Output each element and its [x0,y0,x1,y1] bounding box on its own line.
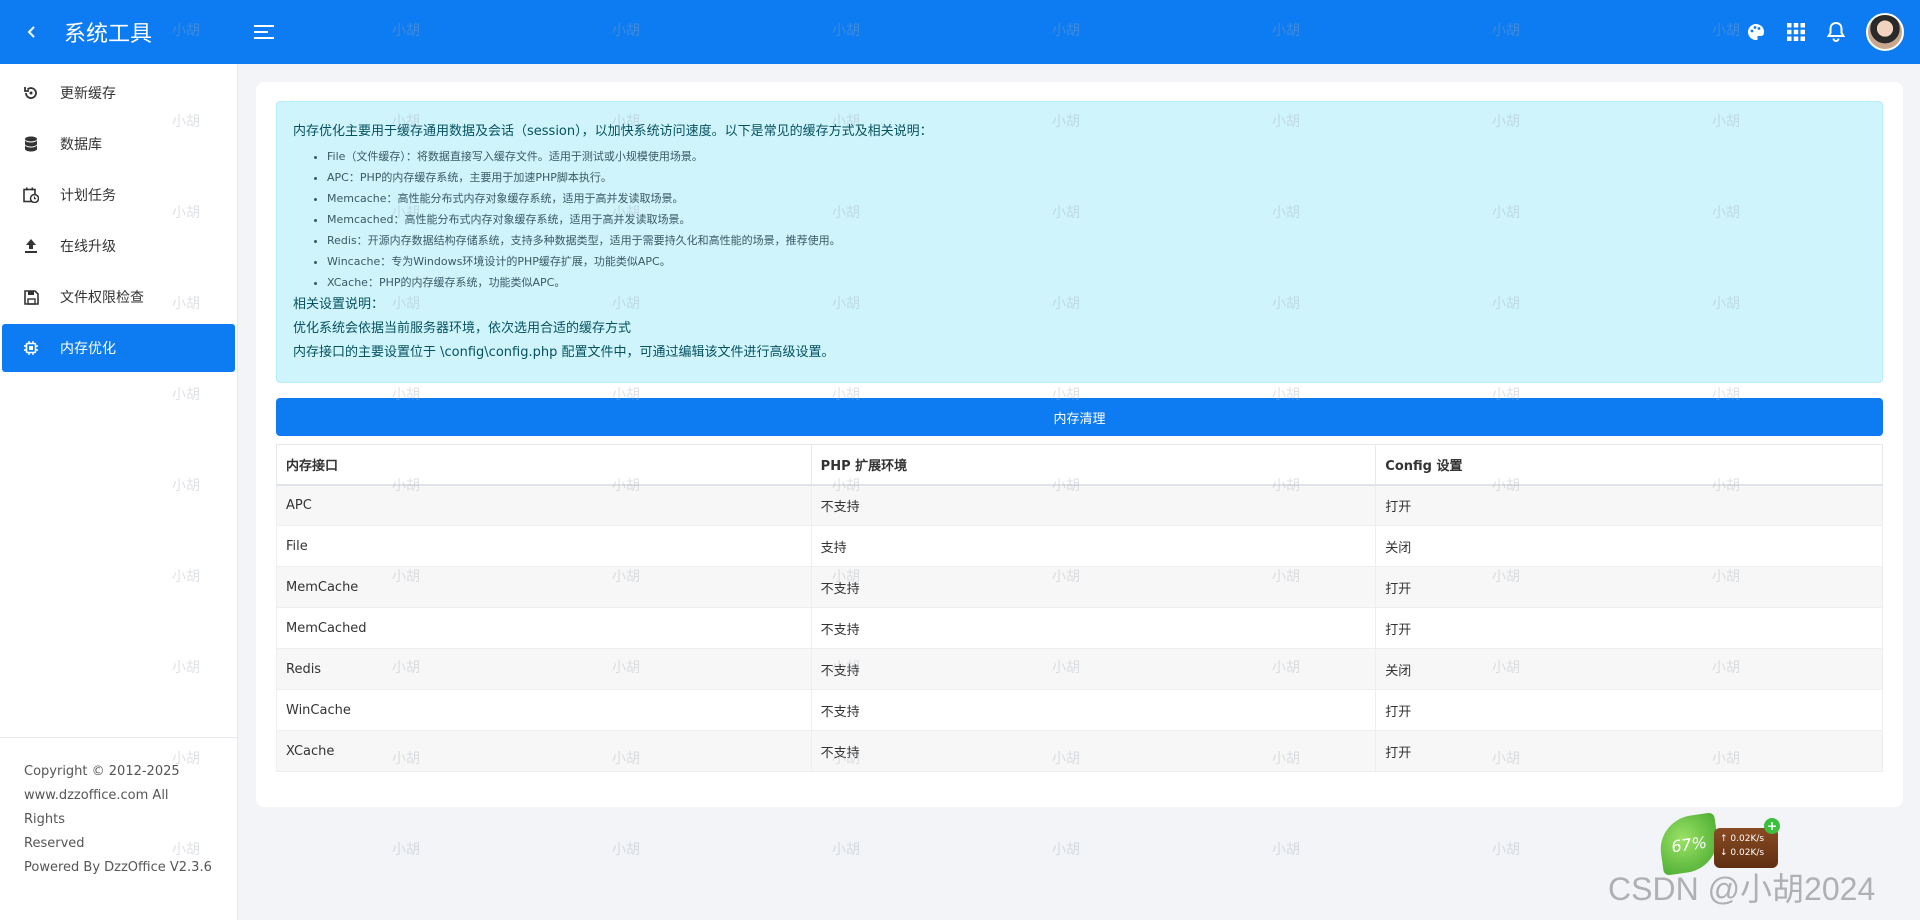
sidebar-item-label: 在线升级 [60,239,116,255]
speed-stats: ↑ 0.02K/s ↓ 0.02K/s [1714,828,1778,868]
php-status: 不支持 [810,607,1377,649]
cache-name: Redis [276,648,812,690]
sidebar-item-memory-optimization[interactable]: 内存优化 [2,324,235,372]
notifications-button[interactable] [1816,12,1856,52]
sidebar: 更新缓存 数据库 计划任务 在线升级 文件权限检查 内存优化 Copyright… [0,64,238,920]
php-status: 不支持 [810,566,1377,608]
calendar-clock-icon [22,186,40,204]
sidebar-item-scheduled-tasks[interactable]: 计划任务 [2,171,235,219]
cache-table: 内存接口 PHP 扩展环境 Config 设置 APC 不支持 打开 File … [276,444,1883,772]
cache-name: APC [276,484,812,526]
list-item: File（文件缓存）：将数据直接写入缓存文件。适用于测试或小规模使用场景。 [327,146,1866,167]
network-speed-widget[interactable]: 67% ↑ 0.02K/s ↓ 0.02K/s + [1656,812,1782,876]
app-title: 系统工具 [64,22,153,47]
column-header: 内存接口 [276,444,812,486]
watermark-text: 小胡 [1272,842,1300,858]
chevron-left-icon [27,26,35,38]
php-status: 不支持 [810,484,1377,526]
watermark-text: 小胡 [392,842,420,858]
info-alert: 内存优化主要用于缓存通用数据及会话（session），以加快系统访问速度。以下是… [276,101,1883,383]
network-percent: 67% [1670,832,1708,856]
list-item: Memcached：高性能分布式内存对象缓存系统，适用于高并发读取场景。 [327,209,1866,230]
sidebar-item-online-upgrade[interactable]: 在线升级 [2,222,235,270]
copyright-text: Copyright © 2012-2025 [24,764,180,779]
cache-name: MemCache [276,566,812,608]
settings-line: 内存接口的主要设置位于 \config\config.php 配置文件中，可通过… [293,345,835,360]
copyright-reserved: Reserved [24,836,85,851]
cache-types-list: File（文件缓存）：将数据直接写入缓存文件。适用于测试或小规模使用场景。 AP… [293,146,1866,293]
php-status: 不支持 [810,689,1377,731]
config-status: 关闭 [1375,648,1883,690]
table-row: File 支持 关闭 [276,525,1883,567]
table-row: APC 不支持 打开 [276,484,1883,526]
sidebar-item-file-permission-check[interactable]: 文件权限检查 [2,273,235,321]
apps-button[interactable] [1776,12,1816,52]
copyright-site: www.dzzoffice.com All Rights [24,788,169,827]
sidebar-item-label: 计划任务 [60,188,116,204]
settings-line: 优化系统会依据当前服务器环境，依次选用合适的缓存方式 [293,321,632,336]
config-status-link[interactable]: 打开 [1375,566,1883,608]
upload-speed: 0.02K/s [1730,834,1765,844]
table-row: WinCache 不支持 打开 [276,689,1883,731]
table-row: MemCached 不支持 打开 [276,607,1883,649]
sidebar-item-database[interactable]: 数据库 [2,120,235,168]
config-status-link[interactable]: 打开 [1375,607,1883,649]
list-item: Wincache：专为Windows环境设计的PHP缓存扩展，功能类似APC。 [327,251,1866,272]
download-speed: 0.02K/s [1730,848,1765,858]
cache-name: MemCached [276,607,812,649]
list-item: Memcache：高性能分布式内存对象缓存系统，适用于高并发读取场景。 [327,188,1866,209]
watermark-text: 小胡 [1492,842,1520,858]
watermark-text: 小胡 [1052,842,1080,858]
powered-by: Powered By DzzOffice V2.3.6 [24,860,212,875]
table-header-row: 内存接口 PHP 扩展环境 Config 设置 [276,444,1883,486]
sidebar-footer: Copyright © 2012-2025 www.dzzoffice.com … [0,737,237,920]
sidebar-item-refresh-cache[interactable]: 更新缓存 [2,69,235,117]
palette-icon [1748,23,1765,40]
watermark-text: 小胡 [832,842,860,858]
database-icon [22,135,40,153]
menu-icon [254,25,274,39]
config-status-link[interactable]: 打开 [1375,730,1883,772]
sidebar-item-label: 文件权限检查 [60,290,144,306]
config-status-link[interactable]: 打开 [1375,689,1883,731]
column-header: Config 设置 [1375,444,1883,486]
memory-clear-button[interactable]: 内存清理 [276,398,1883,436]
cache-name: XCache [276,730,812,772]
menu-toggle-button[interactable] [244,12,284,52]
chip-icon [22,339,40,357]
php-status: 不支持 [810,730,1377,772]
table-row: MemCache 不支持 打开 [276,566,1883,608]
plus-icon[interactable]: + [1764,818,1780,834]
config-status-link[interactable]: 打开 [1375,484,1883,526]
column-header: PHP 扩展环境 [810,444,1377,486]
watermark-text: 小胡 [612,842,640,858]
sidebar-item-label: 更新缓存 [60,86,116,102]
table-row: Redis 不支持 关闭 [276,648,1883,690]
save-icon [22,288,40,306]
php-status: 支持 [810,525,1377,567]
info-intro: 内存优化主要用于缓存通用数据及会话（session），以加快系统访问速度。以下是… [293,124,933,139]
php-status: 不支持 [810,648,1377,690]
cache-name: WinCache [276,689,812,731]
config-status: 关闭 [1375,525,1883,567]
settings-title: 相关设置说明： [293,297,385,312]
theme-button[interactable] [1736,12,1776,52]
list-item: APC：PHP的内存缓存系统，主要用于加速PHP脚本执行。 [327,167,1866,188]
list-item: XCache：PHP的内存缓存系统，功能类似APC。 [327,272,1866,293]
cache-name: File [276,525,812,567]
sidebar-item-label: 内存优化 [60,341,116,357]
user-avatar[interactable] [1866,13,1904,51]
upload-icon [22,237,40,255]
content-card: 内存优化主要用于缓存通用数据及会话（session），以加快系统访问速度。以下是… [256,82,1903,807]
top-header: 系统工具 [0,0,1920,64]
apps-grid-icon [1787,23,1805,41]
refresh-icon [22,84,40,102]
bell-icon [1827,22,1845,42]
sidebar-item-label: 数据库 [60,137,102,153]
csdn-watermark: CSDN @小胡2024 [1608,871,1876,907]
list-item: Redis：开源内存数据结构存储系统，支持多种数据类型，适用于需要持久化和高性能… [327,230,1866,251]
table-row: XCache 不支持 打开 [276,730,1883,772]
back-button[interactable] [0,0,64,64]
